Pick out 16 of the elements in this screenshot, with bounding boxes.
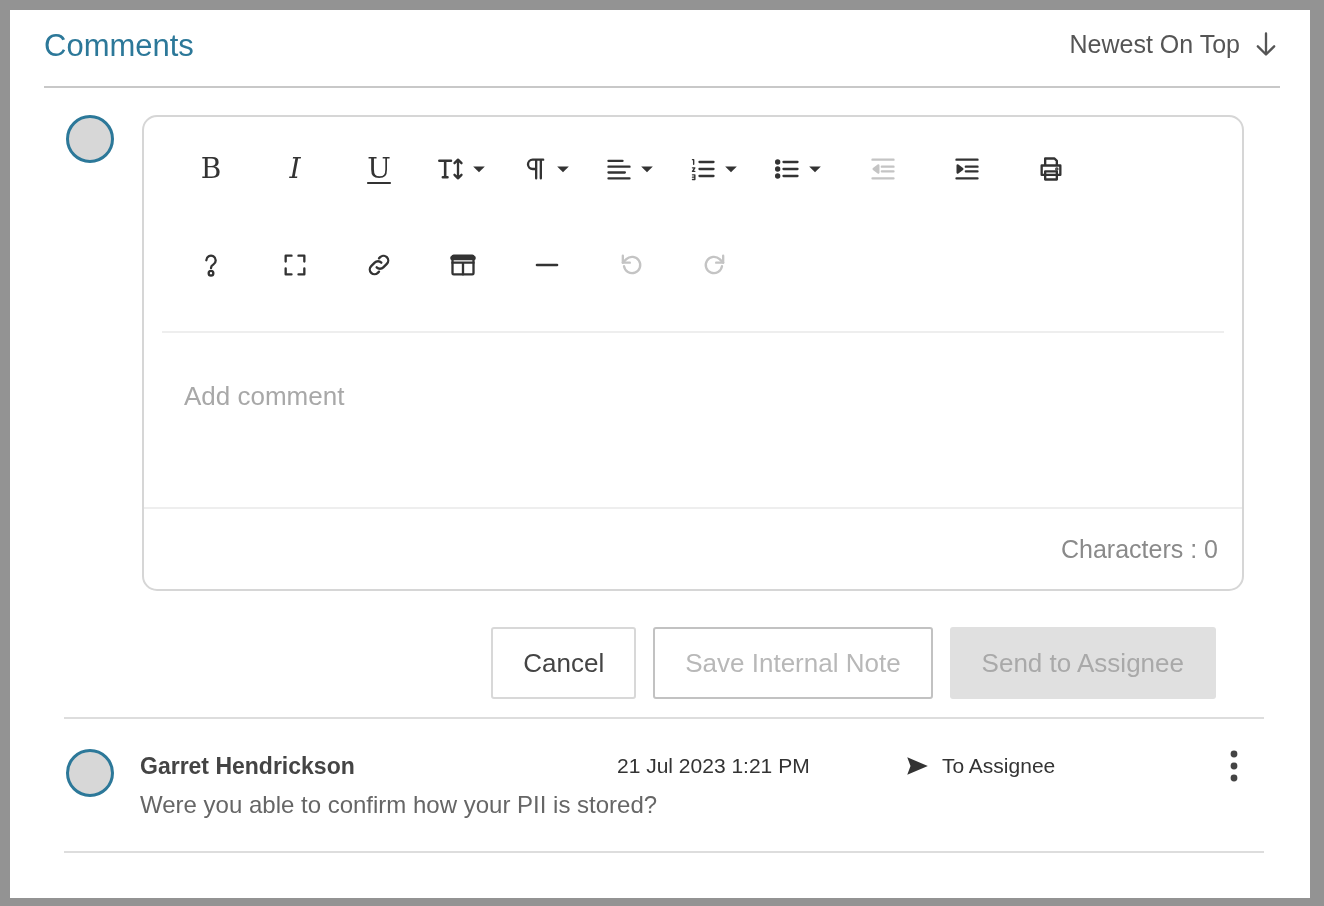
- underline-button[interactable]: U: [337, 147, 421, 191]
- sort-button[interactable]: Newest On Top: [1069, 29, 1280, 59]
- avatar: [66, 749, 114, 797]
- character-count: Characters : 0: [1061, 534, 1218, 564]
- italic-button[interactable]: I: [253, 147, 337, 191]
- comment-editor[interactable]: B I U Add comment Characters : 0: [142, 115, 1244, 591]
- section-title: Comments: [44, 28, 194, 64]
- timestamp: 21 Jul 2023 1:21 PM: [617, 754, 811, 778]
- horizontal-rule-icon: [535, 263, 559, 267]
- audience-label: To Assignee: [942, 754, 1056, 778]
- comment-text: Were you able to confirm how your PII is stored?: [140, 791, 659, 819]
- bold-button[interactable]: B: [169, 147, 253, 191]
- vertical-dots-icon: [1230, 750, 1238, 782]
- avatar: [66, 115, 114, 163]
- author-name: Garret Hendrickson: [140, 752, 356, 780]
- action-button[interactable]: Cancel: [491, 627, 637, 699]
